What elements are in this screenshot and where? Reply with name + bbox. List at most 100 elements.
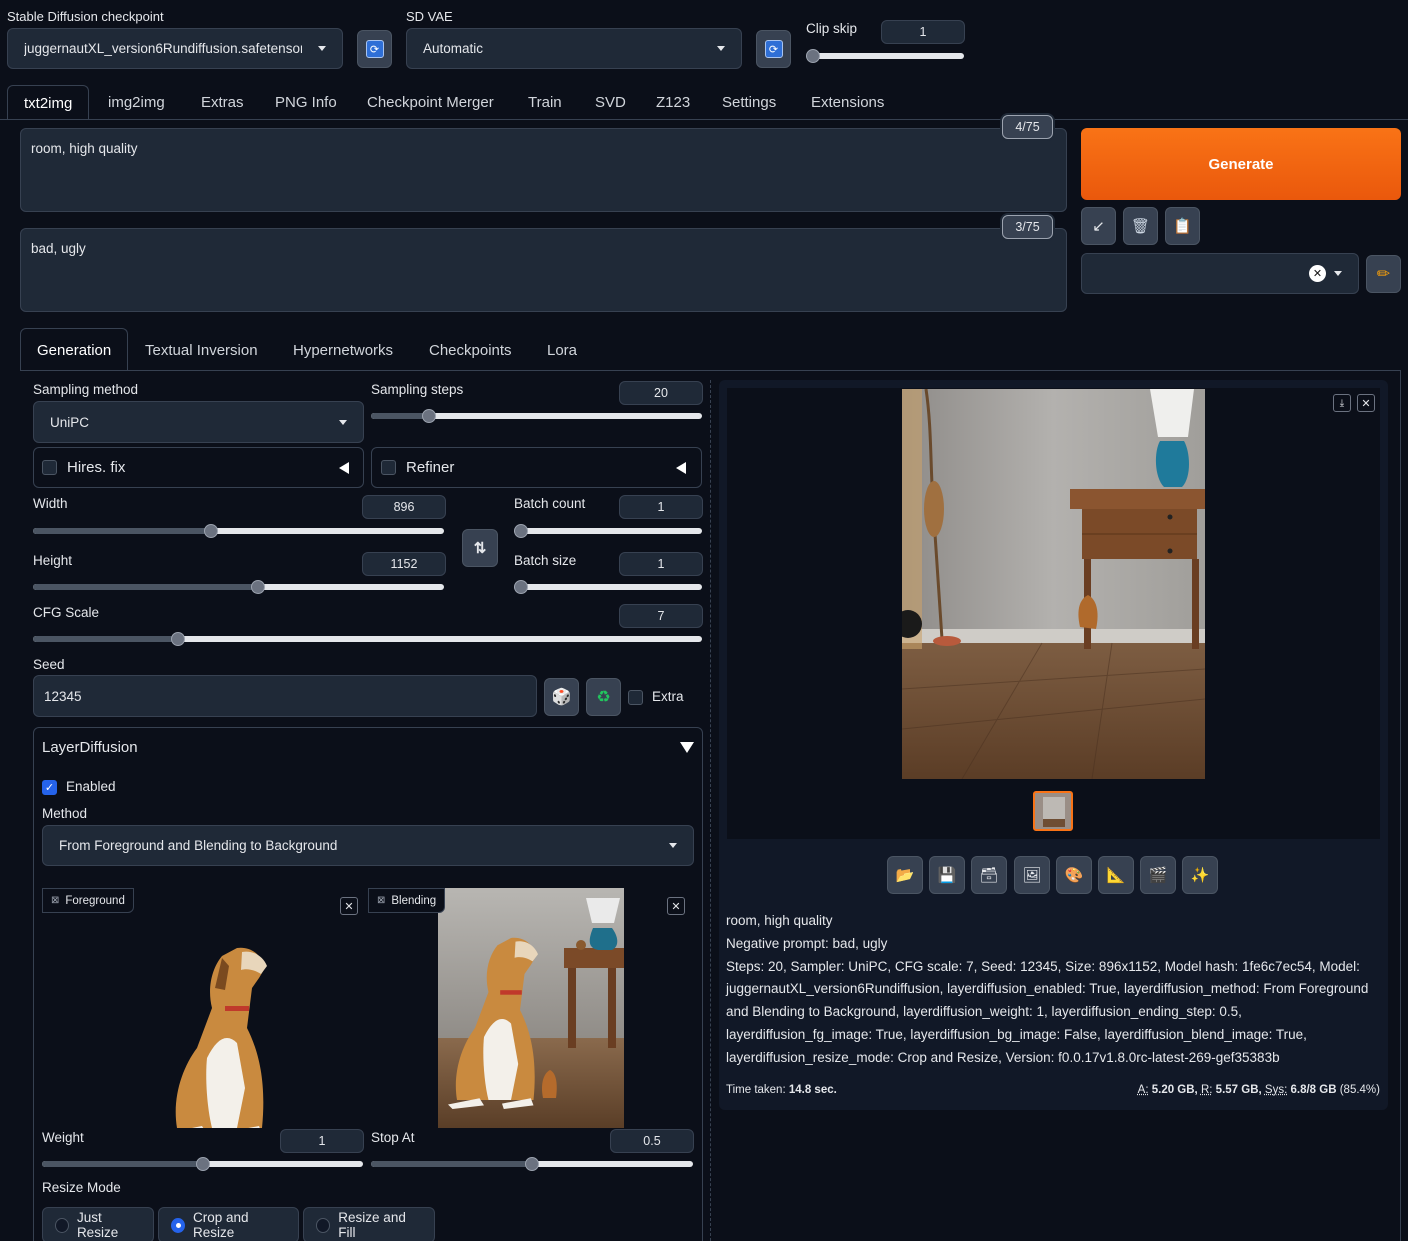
refresh-checkpoint-button[interactable]: ⟳ — [357, 30, 392, 68]
collapse-arrow-icon[interactable] — [676, 462, 686, 474]
slider-knob[interactable] — [422, 409, 436, 423]
random-seed-button[interactable]: 🎲 — [544, 678, 579, 716]
send-to-inpaint-button[interactable]: 🎨 — [1056, 856, 1092, 894]
slider-knob[interactable] — [514, 580, 528, 594]
tab-txt2img[interactable]: txt2img — [7, 85, 89, 120]
arrow-down-left-icon: ↙ — [1092, 217, 1105, 235]
subtab-generation[interactable]: Generation — [20, 328, 128, 371]
clip-skip-input[interactable]: 1 — [881, 20, 965, 44]
seed-input[interactable]: 12345 — [33, 675, 537, 717]
tab-settings[interactable]: Settings — [722, 94, 776, 111]
width-input[interactable]: 896 — [362, 495, 446, 519]
height-input[interactable]: 1152 — [362, 552, 446, 576]
checkpoint-dropdown[interactable]: juggernautXL_version6Rundiffusion.safete… — [7, 28, 343, 69]
sampling-method-dropdown[interactable]: UniPC — [33, 401, 364, 443]
refiner-accordion[interactable]: Refiner — [371, 447, 702, 488]
output-image[interactable] — [902, 389, 1205, 779]
tab-png-info[interactable]: PNG Info — [275, 94, 337, 111]
download-icon[interactable]: ⤓ — [1333, 394, 1351, 412]
radio-label: Just Resize — [77, 1210, 141, 1240]
width-slider[interactable] — [33, 528, 444, 534]
slider-knob[interactable] — [196, 1157, 210, 1171]
styles-dropdown[interactable]: ✕ — [1081, 253, 1359, 294]
generate-button[interactable]: Generate — [1081, 128, 1401, 200]
method-dropdown[interactable]: From Foreground and Blending to Backgrou… — [42, 825, 694, 866]
extra-checkbox[interactable] — [628, 690, 643, 705]
batch-count-input[interactable]: 1 — [619, 495, 703, 519]
save-button[interactable]: 💾 — [929, 856, 965, 894]
slider-knob[interactable] — [525, 1157, 539, 1171]
batch-size-input[interactable]: 1 — [619, 552, 703, 576]
clear-icon[interactable]: ✕ — [1309, 265, 1326, 282]
radio-just-resize[interactable]: Just Resize — [42, 1207, 154, 1241]
batch-size-slider[interactable] — [514, 584, 702, 590]
panel-border — [1400, 370, 1401, 1241]
slider-knob[interactable] — [251, 580, 265, 594]
tab-extensions[interactable]: Extensions — [811, 94, 884, 111]
clear-prompt-button[interactable]: 🗑 — [1123, 207, 1158, 245]
blending-image-area[interactable] — [368, 888, 694, 1128]
radio-dot[interactable] — [171, 1218, 185, 1233]
vae-label: SD VAE — [406, 9, 453, 24]
slider-knob[interactable] — [514, 524, 528, 538]
slider-knob[interactable] — [171, 632, 185, 646]
read-params-button[interactable]: ↙ — [1081, 207, 1116, 245]
close-icon[interactable]: ✕ — [340, 897, 358, 915]
negative-prompt-textarea[interactable]: bad, ugly — [20, 228, 1067, 312]
send-to-extras-button[interactable]: 📐 — [1098, 856, 1134, 894]
tab-train[interactable]: Train — [528, 94, 562, 111]
height-slider[interactable] — [33, 584, 444, 590]
slider-knob[interactable] — [204, 524, 218, 538]
hires-fix-checkbox[interactable] — [42, 460, 57, 475]
tab-svd[interactable]: SVD — [595, 94, 626, 111]
tab-img2img[interactable]: img2img — [108, 94, 165, 111]
zip-button[interactable]: 🗃 — [971, 856, 1007, 894]
stop-at-slider[interactable] — [371, 1161, 693, 1167]
sampling-steps-input[interactable]: 20 — [619, 381, 703, 405]
gallery-thumbnail[interactable] — [1033, 791, 1073, 831]
reuse-seed-button[interactable]: ♻ — [586, 678, 621, 716]
prompt-textarea[interactable]: room, high quality — [20, 128, 1067, 212]
tab-z123[interactable]: Z123 — [656, 94, 690, 111]
weight-input[interactable]: 1 — [280, 1129, 364, 1153]
subtab-lora[interactable]: Lora — [547, 342, 577, 359]
send-to-svd-button[interactable]: 🎬 — [1140, 856, 1176, 894]
blending-label: Blending — [391, 895, 436, 907]
radio-dot[interactable] — [316, 1218, 330, 1233]
close-icon[interactable]: ✕ — [1357, 394, 1375, 412]
batch-count-slider[interactable] — [514, 528, 702, 534]
collapse-arrow-icon[interactable] — [680, 742, 694, 753]
open-folder-button[interactable]: 📂 — [887, 856, 923, 894]
edit-styles-button[interactable]: ✏ — [1366, 255, 1401, 293]
subtab-textual-inversion[interactable]: Textual Inversion — [145, 342, 258, 359]
radio-dot[interactable] — [55, 1218, 69, 1233]
refiner-checkbox[interactable] — [381, 460, 396, 475]
tab-extras[interactable]: Extras — [201, 94, 244, 111]
weight-slider[interactable] — [42, 1161, 363, 1167]
stop-at-input[interactable]: 0.5 — [610, 1129, 694, 1153]
cfg-scale-slider[interactable] — [33, 636, 702, 642]
vae-dropdown[interactable]: Automatic — [406, 28, 742, 69]
enabled-label: Enabled — [66, 779, 116, 794]
sampling-steps-slider[interactable] — [371, 413, 702, 419]
tab-checkpoint-merger[interactable]: Checkpoint Merger — [367, 94, 494, 111]
thumb-floor — [1043, 819, 1065, 827]
refresh-vae-button[interactable]: ⟳ — [756, 30, 791, 68]
foreground-image-area[interactable] — [42, 888, 364, 1128]
upscale-button[interactable]: ✨ — [1182, 856, 1218, 894]
slider-knob[interactable] — [806, 49, 820, 63]
subtab-hypernetworks[interactable]: Hypernetworks — [293, 342, 393, 359]
enabled-checkbox[interactable]: ✓ — [42, 780, 57, 795]
cfg-scale-input[interactable]: 7 — [619, 604, 703, 628]
paste-style-button[interactable]: 📋 — [1165, 207, 1200, 245]
send-to-img2img-button[interactable]: 🖼 — [1014, 856, 1050, 894]
slider-fill — [42, 1161, 203, 1167]
collapse-arrow-icon[interactable] — [339, 462, 349, 474]
clip-skip-slider[interactable] — [806, 53, 964, 59]
radio-crop-and-resize[interactable]: Crop and Resize — [158, 1207, 299, 1241]
close-icon[interactable]: ✕ — [667, 897, 685, 915]
hires-fix-accordion[interactable]: Hires. fix — [33, 447, 364, 488]
swap-dimensions-button[interactable]: ⇅ — [462, 529, 498, 567]
radio-resize-and-fill[interactable]: Resize and Fill — [303, 1207, 435, 1241]
subtab-checkpoints[interactable]: Checkpoints — [429, 342, 512, 359]
